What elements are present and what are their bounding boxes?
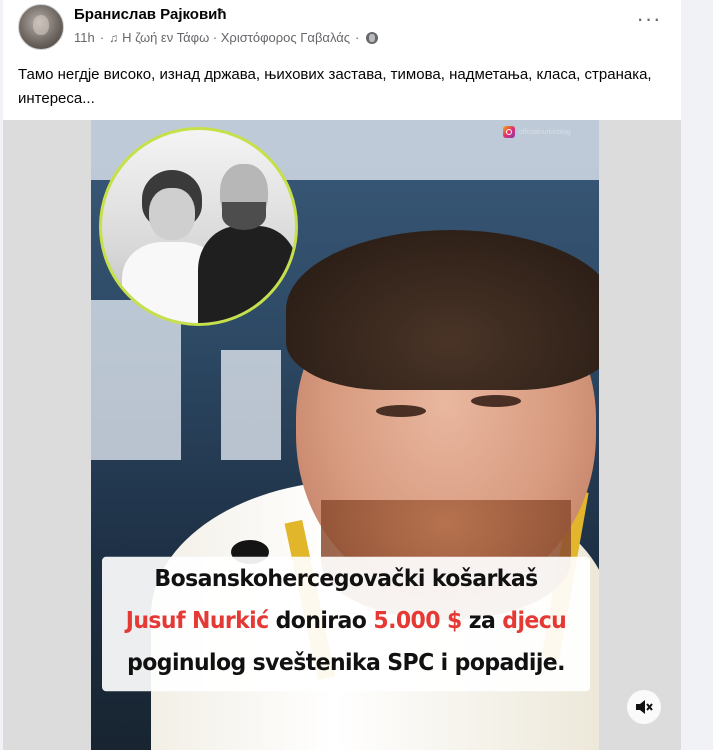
caption-line-1: Bosanskohercegovački košarkaš — [154, 566, 538, 593]
author-name[interactable]: Бранислав Рајковић — [74, 6, 227, 23]
caption-donated: donirao — [275, 608, 367, 635]
inset-priest — [198, 226, 295, 323]
mute-button[interactable] — [627, 690, 661, 724]
player-eye — [471, 395, 521, 407]
music-note-icon: ♫ — [109, 30, 119, 45]
post-media[interactable]: officialnurkicblog Bosanskohercegovački … — [3, 120, 681, 750]
globe-icon[interactable] — [366, 31, 379, 44]
post-header: Бранислав Рајковић 11h · ♫ Η ζωή εν Τάφω… — [3, 0, 681, 56]
instagram-icon — [503, 126, 515, 138]
backdrop-panel — [221, 350, 281, 460]
player-hair — [286, 230, 599, 390]
instagram-handle: officialnurkicblog — [519, 128, 571, 136]
caption-name: Jusuf Nurkić — [125, 608, 269, 635]
caption-line-2: Jusuf Nurkić donirao 5.000 $ za djecu — [102, 601, 590, 643]
facebook-post: Бранислав Рајковић 11h · ♫ Η ζωή εν Τάφω… — [3, 0, 681, 750]
separator-dot: · — [355, 30, 360, 45]
speaker-muted-icon — [636, 700, 653, 714]
player-eye — [376, 405, 426, 417]
post-text: Тамо негдје високо, изнад држава, њихови… — [18, 66, 652, 107]
caption-children: djecu — [502, 608, 567, 635]
post-song[interactable]: Η ζωή εν Τάφω · Χριστόφορος Γαβαλάς — [122, 30, 350, 45]
post-photo[interactable]: officialnurkicblog Bosanskohercegovački … — [91, 120, 599, 750]
caption-amount: 5.000 $ — [373, 608, 462, 635]
backdrop-panel — [91, 300, 181, 460]
post-meta: 11h · ♫ Η ζωή εν Τάφω · Χριστόφορος Γαβα… — [74, 30, 379, 45]
separator-dot: · — [99, 30, 105, 45]
inset-photo-couple — [99, 127, 298, 326]
caption-for: za — [468, 608, 496, 635]
inset-woman-face — [149, 188, 195, 240]
post-time[interactable]: 11h — [74, 30, 95, 45]
three-dots-icon[interactable]: ··· — [635, 8, 663, 32]
image-caption: Bosanskohercegovački košarkaš Jusuf Nurk… — [102, 556, 590, 692]
instagram-watermark: officialnurkicblog — [503, 126, 571, 138]
author-avatar[interactable] — [18, 4, 64, 50]
caption-line-3: poginulog sveštenika SPC i popadije. — [127, 650, 565, 677]
inset-priest-beard — [222, 202, 266, 230]
